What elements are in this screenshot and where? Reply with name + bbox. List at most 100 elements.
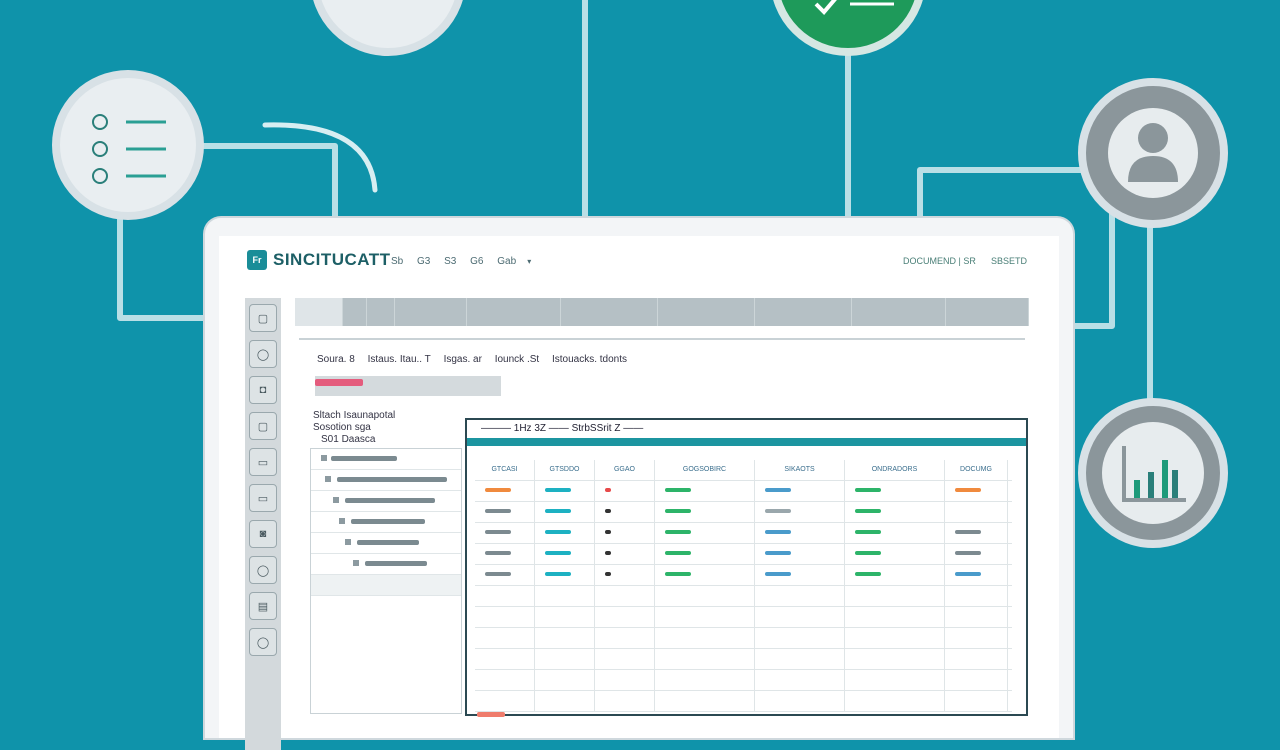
spreadsheet-cell[interactable] [475,628,535,648]
spreadsheet-cell[interactable] [655,628,755,648]
spreadsheet-cell[interactable] [655,502,755,522]
spreadsheet-cell[interactable] [755,649,845,669]
header-cell[interactable] [343,298,367,326]
spreadsheet-cell[interactable] [755,544,845,564]
menu-item[interactable]: G6 [470,256,483,267]
spreadsheet-cell[interactable] [845,649,945,669]
sidebar-camera-icon[interactable]: ◘ [249,376,277,404]
spreadsheet-cell[interactable] [845,670,945,690]
spreadsheet-cell[interactable] [945,565,1008,585]
menu-item[interactable]: G3 [417,256,430,267]
spreadsheet-cell[interactable] [755,607,845,627]
header-cell[interactable] [946,298,1029,326]
column-header[interactable]: GTCASI [475,460,535,480]
header-cell[interactable] [852,298,946,326]
spreadsheet-cell[interactable] [945,670,1008,690]
spreadsheet-cell[interactable] [755,628,845,648]
sidebar-camera-icon[interactable]: ◙ [249,520,277,548]
spreadsheet-cell[interactable] [535,565,595,585]
spreadsheet-cell[interactable] [595,565,655,585]
spreadsheet-cell[interactable] [475,544,535,564]
spreadsheet-cell[interactable] [945,586,1008,606]
spreadsheet-cell[interactable] [535,628,595,648]
spreadsheet-cell[interactable] [655,544,755,564]
column-header[interactable]: GOGSOBIRC [655,460,755,480]
spreadsheet-cell[interactable] [755,481,845,501]
spreadsheet-cell[interactable] [755,565,845,585]
column-header[interactable]: ONDRADORS [845,460,945,480]
spreadsheet-row[interactable] [475,691,1012,712]
tree-item[interactable] [311,554,461,575]
tree-item[interactable] [311,575,461,596]
menu-item[interactable]: Gab [497,256,516,267]
menu-item[interactable]: Sb [391,256,403,267]
header-cell[interactable] [658,298,755,326]
spreadsheet-row[interactable] [475,523,1012,544]
spreadsheet-cell[interactable] [945,649,1008,669]
filter-label[interactable]: Istaus. Itau.. T [368,354,431,365]
spreadsheet-cell[interactable] [945,523,1008,543]
spreadsheet-cell[interactable] [475,649,535,669]
header-cell[interactable] [295,298,343,326]
spreadsheet-cell[interactable] [475,523,535,543]
spreadsheet-cell[interactable] [655,565,755,585]
column-header[interactable]: DOCUMG [945,460,1008,480]
filter-input[interactable] [315,376,501,396]
header-cell[interactable] [755,298,852,326]
spreadsheet-row[interactable] [475,586,1012,607]
spreadsheet-cell[interactable] [755,586,845,606]
column-header[interactable]: SIKAOTS [755,460,845,480]
spreadsheet-cell[interactable] [655,586,755,606]
spreadsheet-cell[interactable] [845,523,945,543]
tree-item[interactable] [311,470,461,491]
column-header[interactable]: GGAO [595,460,655,480]
spreadsheet-cell[interactable] [845,628,945,648]
sidebar-minus-icon[interactable]: ▭ [249,448,277,476]
spreadsheet-row[interactable] [475,649,1012,670]
spreadsheet-cell[interactable] [945,481,1008,501]
spreadsheet-cell[interactable] [755,523,845,543]
spreadsheet-row[interactable] [475,544,1012,565]
spreadsheet-cell[interactable] [535,544,595,564]
spreadsheet-cell[interactable] [655,607,755,627]
spreadsheet-cell[interactable] [595,586,655,606]
spreadsheet-cell[interactable] [845,586,945,606]
documents-link[interactable]: DOCUMEND | SR [903,256,976,266]
spreadsheet-row[interactable] [475,670,1012,691]
spreadsheet-cell[interactable] [475,607,535,627]
sidebar-square-icon[interactable]: ▢ [249,304,277,332]
filter-label[interactable]: Iounck .St [495,354,539,365]
sidebar-circle-icon[interactable]: ◯ [249,340,277,368]
spreadsheet-row[interactable] [475,628,1012,649]
tree-item[interactable] [311,449,461,470]
spreadsheet-cell[interactable] [535,649,595,669]
sidebar-circle-icon[interactable]: ◯ [249,556,277,584]
spreadsheet-cell[interactable] [655,691,755,711]
header-cell[interactable] [395,298,467,326]
spreadsheet-cell[interactable] [475,670,535,690]
spreadsheet-cell[interactable] [655,481,755,501]
spreadsheet-cell[interactable] [475,565,535,585]
sidebar-rect-icon[interactable]: ▭ [249,484,277,512]
spreadsheet-cell[interactable] [945,544,1008,564]
menu-item[interactable]: S3 [444,256,456,267]
tree-item[interactable] [311,491,461,512]
header-cell[interactable] [561,298,658,326]
spreadsheet-cell[interactable] [945,607,1008,627]
filter-label[interactable]: Istouacks. tdonts [552,354,627,365]
spreadsheet-cell[interactable] [595,502,655,522]
spreadsheet-cell[interactable] [845,544,945,564]
settings-link[interactable]: SBSETD [991,256,1027,266]
sidebar-square-icon[interactable]: ▢ [249,412,277,440]
spreadsheet-cell[interactable] [595,649,655,669]
spreadsheet-cell[interactable] [655,670,755,690]
spreadsheet-cell[interactable] [595,628,655,648]
filter-label[interactable]: Soura. 8 [317,354,355,365]
spreadsheet-cell[interactable] [845,691,945,711]
spreadsheet-cell[interactable] [595,544,655,564]
spreadsheet-cell[interactable] [655,649,755,669]
spreadsheet-cell[interactable] [945,628,1008,648]
tree-item[interactable] [311,533,461,554]
spreadsheet-cell[interactable] [595,523,655,543]
spreadsheet-row[interactable] [475,607,1012,628]
